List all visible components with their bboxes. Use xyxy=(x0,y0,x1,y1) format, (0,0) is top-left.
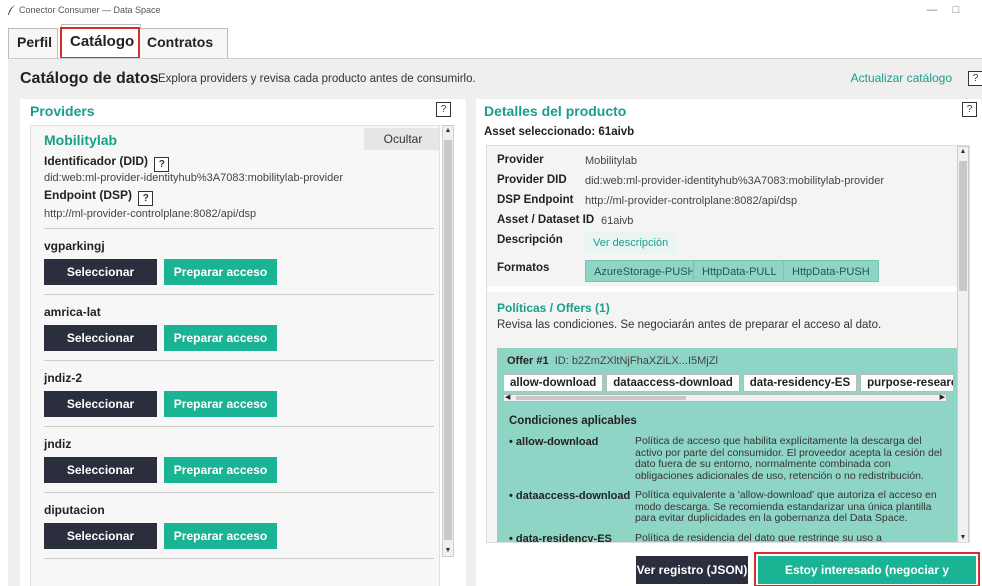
dataset-name: vgparkingj xyxy=(44,239,105,253)
product-details-panel: Detalles del producto ? Asset selecciona… xyxy=(476,99,982,586)
tab-contratos[interactable]: Contratos xyxy=(138,28,228,58)
endpoint-label: Endpoint (DSP) ? xyxy=(44,188,154,206)
dataset-name: diputacion xyxy=(44,503,105,517)
dataset-item: vgparkingj Seleccionar Preparar acceso xyxy=(44,228,434,294)
dataset-item: amrica-lat Seleccionar Preparar acceso xyxy=(44,294,434,360)
details-scrollbar[interactable]: ▲ ▼ xyxy=(957,146,969,542)
tab-highlight-box xyxy=(60,27,140,59)
asset-selected: Asset seleccionado: 61aivb xyxy=(484,126,635,138)
scroll-down-icon[interactable]: ▼ xyxy=(443,546,453,556)
dataset-item: diputacion Seleccionar Preparar acceso xyxy=(44,492,434,558)
hide-provider-button[interactable]: Ocultar xyxy=(364,128,439,150)
condition-name: • allow-download xyxy=(509,436,599,448)
provider-did-value: did:web:ml-provider-identityhub%3A7083:m… xyxy=(585,175,884,187)
dataset-divider xyxy=(44,558,434,586)
asset-id-value: 61aivb xyxy=(601,215,634,227)
endpoint-help-button[interactable]: ? xyxy=(138,191,154,206)
dataset-item: jndiz Seleccionar Preparar acceso xyxy=(44,426,434,492)
scroll-up-icon[interactable]: ▲ xyxy=(958,147,968,157)
formats-label: Formatos xyxy=(497,262,550,274)
dataset-name: amrica-lat xyxy=(44,305,101,319)
offer-header: Offer #1 ID: b2ZmZXltNjFhaXZiLX...I5MjZl xyxy=(507,355,718,367)
maximize-button[interactable]: □ xyxy=(946,2,966,18)
view-registry-json-button[interactable]: Ver registro (JSON) xyxy=(636,556,748,584)
format-chip: AzureStorage-PUSH xyxy=(585,260,705,282)
policy-tag: purpose-research xyxy=(860,374,953,392)
provider-did-label: Provider DID xyxy=(497,174,567,186)
prepare-access-button[interactable]: Preparar acceso xyxy=(164,259,277,285)
select-button[interactable]: Seleccionar xyxy=(44,391,157,417)
provider-value: Mobilitylab xyxy=(585,155,637,167)
conditions-title: Condiciones aplicables xyxy=(509,415,637,427)
condition-text: Política de residencia del dato que rest… xyxy=(635,532,882,543)
policies-title: Políticas / Offers (1) xyxy=(497,301,610,315)
dataset-item: jndiz-2 Seleccionar Preparar acceso xyxy=(44,360,434,426)
dsp-endpoint-label: DSP Endpoint xyxy=(497,194,574,206)
app-feather-icon xyxy=(8,5,15,15)
details-help-button[interactable]: ? xyxy=(962,102,977,117)
dataset-name: jndiz-2 xyxy=(44,371,82,385)
provider-name: Mobilitylab xyxy=(44,132,118,148)
details-scroll-thumb[interactable] xyxy=(959,161,967,291)
tags-horizontal-scrollbar[interactable]: ◀ ▶ xyxy=(503,394,947,402)
scroll-up-icon[interactable]: ▲ xyxy=(443,126,453,136)
page-subtitle: Explora providers y revisa cada producto… xyxy=(158,73,476,85)
interested-highlight-box xyxy=(754,552,980,586)
scroll-left-icon[interactable]: ◀ xyxy=(505,393,510,401)
did-help-button[interactable]: ? xyxy=(154,157,170,172)
prepare-access-button[interactable]: Preparar acceso xyxy=(164,325,277,351)
condition-name: • data-residency-ES xyxy=(509,533,612,543)
providers-scrollbar[interactable]: ▲ ▼ xyxy=(442,125,454,557)
scroll-down-icon[interactable]: ▼ xyxy=(958,533,968,542)
policies-description: Revisa las condiciones. Se negociarán an… xyxy=(497,319,882,331)
policies-card: Políticas / Offers (1) Revisa las condic… xyxy=(487,292,957,543)
minimize-button[interactable]: — xyxy=(922,2,942,18)
condition-name: • dataaccess-download xyxy=(509,490,631,502)
detail-info-card: Provider Mobilitylab Provider DID did:we… xyxy=(487,146,957,286)
select-button[interactable]: Seleccionar xyxy=(44,325,157,351)
details-scroll-area: Provider Mobilitylab Provider DID did:we… xyxy=(486,145,970,543)
window-titlebar: Conector Consumer — Data Space — □ xyxy=(0,0,982,22)
policy-tag: dataaccess-download xyxy=(606,374,740,392)
provider-card: Mobilitylab Ocultar Identificador (DID) … xyxy=(30,125,440,586)
select-button[interactable]: Seleccionar xyxy=(44,523,157,549)
header-help-button[interactable]: ? xyxy=(968,71,982,86)
providers-scroll-thumb[interactable] xyxy=(444,140,452,540)
page-title: Catálogo de datos xyxy=(20,70,159,87)
catalog-view: Catálogo de datos Explora providers y re… xyxy=(8,58,982,586)
providers-help-button[interactable]: ? xyxy=(436,102,451,117)
view-description-button[interactable]: Ver descripción xyxy=(585,232,677,254)
tab-perfil[interactable]: Perfil xyxy=(8,28,58,58)
offer-tags: allow-download dataaccess-download data-re… xyxy=(503,374,953,392)
condition-text: Política equivalente a 'allow-download' … xyxy=(635,489,937,524)
policy-tag: allow-download xyxy=(503,374,604,392)
providers-panel: Providers ? Mobilitylab Ocultar Identifi… xyxy=(20,99,466,586)
policy-tag: data-residency-ES xyxy=(742,374,858,392)
provider-label: Provider xyxy=(497,154,544,166)
scroll-right-icon[interactable]: ▶ xyxy=(940,393,945,401)
did-value: did:web:ml-provider-identityhub%3A7083:m… xyxy=(44,172,343,184)
select-button[interactable]: Seleccionar xyxy=(44,259,157,285)
format-chip: HttpData-PULL xyxy=(693,260,786,282)
details-title: Detalles del producto xyxy=(484,103,627,119)
endpoint-value: http://ml-provider-controlplane:8082/api… xyxy=(44,208,257,220)
providers-title: Providers xyxy=(30,103,95,119)
format-chip: HttpData-PUSH xyxy=(783,260,879,282)
asset-id-label: Asset / Dataset ID xyxy=(497,214,595,226)
condition-text: Política de acceso que habilita explícit… xyxy=(635,435,943,482)
did-label: Identificador (DID) ? xyxy=(44,154,170,172)
window-title: Conector Consumer — Data Space xyxy=(19,5,161,15)
offer-label: Offer #1 xyxy=(507,355,549,367)
refresh-catalog-link[interactable]: Actualizar catálogo xyxy=(851,71,952,85)
select-button[interactable]: Seleccionar xyxy=(44,457,157,483)
offer-id: ID: b2ZmZXltNjFhaXZiLX...I5MjZl xyxy=(554,355,718,367)
prepare-access-button[interactable]: Preparar acceso xyxy=(164,523,277,549)
prepare-access-button[interactable]: Preparar acceso xyxy=(164,457,277,483)
dsp-endpoint-value: http://ml-provider-controlplane:8082/api… xyxy=(585,195,798,207)
offer-card: Offer #1 ID: b2ZmZXltNjFhaXZiLX...I5MjZl… xyxy=(497,348,957,543)
dataset-name: jndiz xyxy=(44,437,72,451)
description-label: Descripción xyxy=(497,234,563,246)
prepare-access-button[interactable]: Preparar acceso xyxy=(164,391,277,417)
tags-scroll-thumb[interactable] xyxy=(516,396,686,400)
